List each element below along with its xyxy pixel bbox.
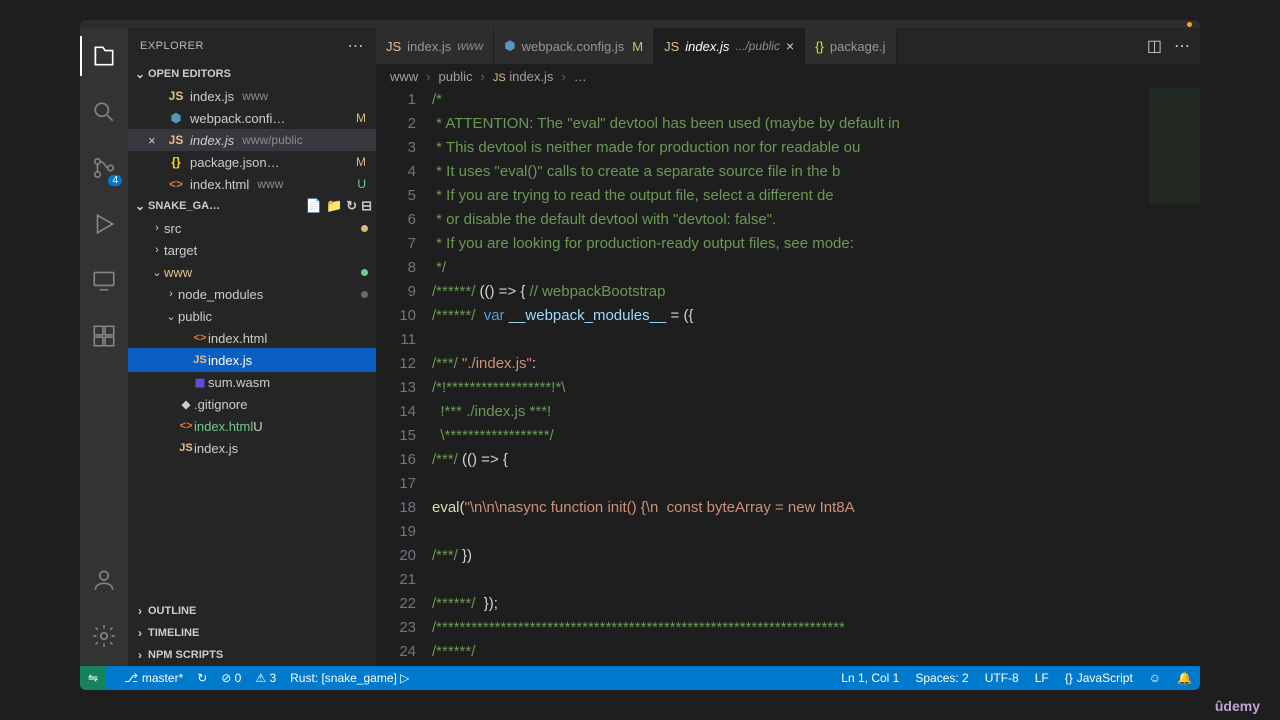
code-lines[interactable]: /* * ATTENTION: The "eval" devtool has b… — [432, 88, 1200, 666]
minimap[interactable] — [1150, 88, 1200, 666]
warnings-button[interactable]: ⚠ 3 — [255, 671, 276, 685]
tree-item[interactable]: ›target — [128, 239, 376, 261]
tree-item[interactable]: JSindex.js — [128, 437, 376, 459]
extensions-icon[interactable] — [80, 316, 128, 356]
tree-item[interactable]: ◆.gitignore — [128, 393, 376, 415]
errors-button[interactable]: ⊘ 0 — [221, 671, 241, 685]
feedback-icon[interactable]: ☺ — [1149, 671, 1161, 685]
tab-bar: JSindex.jswww⬢webpack.config.jsMJSindex.… — [376, 28, 1200, 64]
outline-header[interactable]: ›OUTLINE — [128, 600, 376, 622]
eol-status[interactable]: LF — [1035, 671, 1049, 685]
remote-icon[interactable] — [80, 260, 128, 300]
explorer-sidebar: EXPLORER ⋯ ⌄OPEN EDITORS ×JSindex.jswww×… — [128, 28, 376, 666]
open-editor-item[interactable]: ×⬢webpack.confi…M — [128, 107, 376, 129]
editor-tab[interactable]: JSindex.js.../public× — [654, 28, 805, 64]
tree-item[interactable]: <>index.htmlU — [128, 415, 376, 437]
language-status[interactable]: {} JavaScript — [1065, 671, 1133, 685]
breadcrumb[interactable]: www›public›JS index.js›… — [376, 64, 1200, 88]
sync-button[interactable]: ↻ — [197, 671, 207, 685]
search-icon[interactable] — [80, 92, 128, 132]
activity-bar: 4 — [80, 28, 128, 666]
open-editor-item[interactable]: ×<>index.htmlwwwU — [128, 173, 376, 195]
tree-item[interactable]: ▦sum.wasm — [128, 371, 376, 393]
tree-item[interactable]: ⌄www — [128, 261, 376, 283]
split-editor-icon[interactable]: ◫ — [1147, 36, 1162, 56]
rust-status[interactable]: Rust: [snake_game] ▷ — [290, 671, 409, 685]
udemy-watermark: ûdemy — [1215, 698, 1260, 714]
scm-icon[interactable]: 4 — [80, 148, 128, 188]
open-editor-item[interactable]: ×{}package.json…M — [128, 151, 376, 173]
tree-item[interactable]: JSindex.js — [128, 349, 376, 371]
cursor-position[interactable]: Ln 1, Col 1 — [841, 671, 899, 685]
gear-icon[interactable] — [80, 616, 128, 656]
project-header[interactable]: ⌄SNAKE_GA… 📄 📁 ↻ ⊟ — [128, 195, 376, 217]
editor-tab[interactable]: ⬢webpack.config.jsM — [494, 28, 654, 64]
indent-status[interactable]: Spaces: 2 — [915, 671, 968, 685]
tree-item[interactable]: <>index.html — [128, 327, 376, 349]
refresh-icon[interactable]: ↻ — [346, 198, 357, 214]
close-icon[interactable]: × — [148, 133, 162, 148]
git-branch[interactable]: ⎇ master* — [124, 671, 183, 685]
open-editors-header[interactable]: ⌄OPEN EDITORS — [128, 63, 376, 85]
open-editor-item[interactable]: ×JSindex.jswww/public — [128, 129, 376, 151]
code-editor[interactable]: 1234567891011121314151617181920212223242… — [376, 88, 1200, 666]
more-icon[interactable]: ⋯ — [1174, 36, 1190, 56]
status-bar: ⇋ ⎇ master* ↻ ⊘ 0 ⚠ 3 Rust: [snake_game]… — [80, 666, 1200, 690]
debug-icon[interactable] — [80, 204, 128, 244]
explorer-icon[interactable] — [80, 36, 128, 76]
editor-tab[interactable]: {}package.j — [805, 28, 896, 64]
editor-area: JSindex.jswww⬢webpack.config.jsMJSindex.… — [376, 28, 1200, 666]
npm-scripts-header[interactable]: ›NPM SCRIPTS — [128, 644, 376, 666]
collapse-icon[interactable]: ⊟ — [361, 198, 372, 214]
remote-button[interactable]: ⇋ — [80, 666, 106, 690]
bell-icon[interactable]: 🔔 — [1177, 671, 1192, 685]
close-icon[interactable]: × — [786, 38, 794, 54]
editor-tab[interactable]: JSindex.jswww — [376, 28, 494, 64]
explorer-more-icon[interactable]: ⋯ — [348, 36, 365, 56]
scm-badge: 4 — [108, 175, 122, 186]
encoding-status[interactable]: UTF-8 — [985, 671, 1019, 685]
new-folder-icon[interactable]: 📁 — [326, 198, 342, 214]
timeline-header[interactable]: ›TIMELINE — [128, 622, 376, 644]
line-gutter: 1234567891011121314151617181920212223242… — [376, 88, 432, 666]
tree-item[interactable]: ›node_modules — [128, 283, 376, 305]
tree-item[interactable]: ›src — [128, 217, 376, 239]
open-editor-item[interactable]: ×JSindex.jswww — [128, 85, 376, 107]
tree-item[interactable]: ⌄public — [128, 305, 376, 327]
account-icon[interactable] — [80, 560, 128, 600]
new-file-icon[interactable]: 📄 — [306, 198, 322, 214]
explorer-title: EXPLORER — [140, 40, 204, 52]
